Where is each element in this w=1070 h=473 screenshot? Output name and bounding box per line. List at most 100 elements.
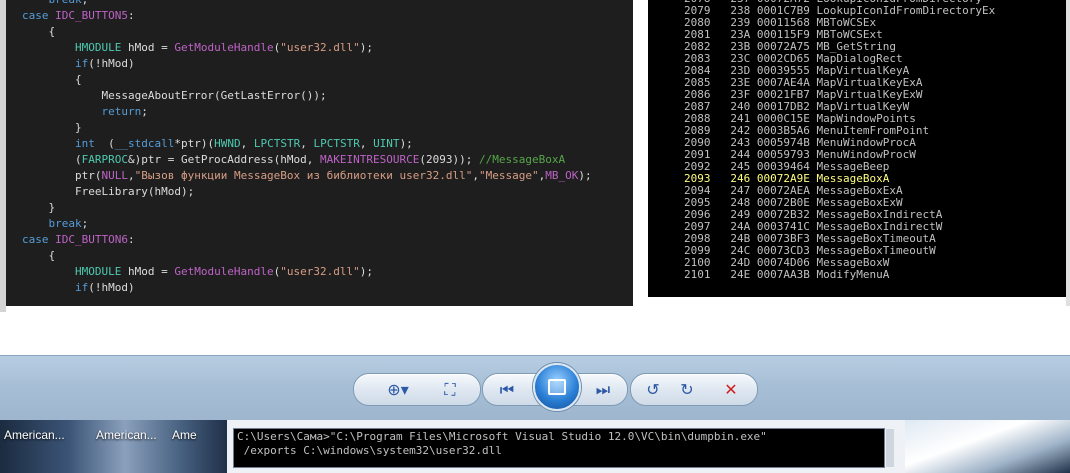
code-token: );: [578, 169, 592, 182]
edit-group: ↺ ↻ ✕: [630, 373, 758, 406]
code-token: ;: [141, 105, 148, 118]
code-token: {: [22, 25, 56, 38]
code-token: break: [48, 217, 82, 230]
code-token: ;: [81, 217, 89, 230]
code-line: case IDC_BUTTON6:: [22, 232, 135, 248]
code-line: MessageAboutError(GetLastError());: [22, 88, 327, 104]
code-token: break: [49, 0, 82, 6]
code-token: LPCTSTR: [253, 137, 301, 150]
code-token: );: [399, 137, 413, 150]
code-token: "user32.dll": [280, 265, 360, 278]
code-token: {: [22, 73, 82, 86]
code-token: }: [22, 121, 82, 134]
code-line: case IDC_BUTTON5:: [22, 8, 135, 24]
code-line: HMODULE hMod = GetModuleHandle("user32.d…: [22, 40, 373, 56]
rotate-right-button[interactable]: ↻: [671, 374, 703, 405]
code-token: FARPROC: [81, 153, 128, 166]
code-token: ,: [359, 137, 374, 150]
code-line: {: [22, 72, 82, 88]
code-token: UINT: [373, 137, 400, 150]
slideshow-button[interactable]: [533, 363, 581, 411]
code-token: case: [22, 233, 56, 246]
close-x-icon: ✕: [724, 380, 738, 399]
fit-window-icon: ⛶: [444, 379, 456, 399]
code-token: &)ptr = GetProcAddress(hMod,: [127, 153, 321, 166]
code-token: (!hMod): [88, 57, 135, 70]
code-token: (: [94, 137, 115, 150]
code-token: MessageAboutError(GetLastError());: [22, 89, 327, 102]
next-button[interactable]: ⏭: [587, 374, 619, 405]
code-token: GetModuleHandle: [174, 41, 274, 54]
code-line: }: [22, 200, 55, 216]
code-line: HMODULE hMod = GetModuleHandle("user32.d…: [22, 264, 373, 280]
code-token: ;: [82, 0, 89, 6]
code-token: int: [74, 137, 95, 150]
code-line: break;: [22, 0, 89, 8]
export-rva: 0007AA3B: [756, 268, 810, 281]
code-token: ,: [300, 137, 314, 150]
code-line: return;: [22, 104, 148, 120]
console-line: /exports C:\windows\system32\user32.dll: [237, 444, 502, 457]
code-token: FreeLibrary(hMod);: [22, 185, 195, 198]
code-token: (!hMod): [88, 281, 135, 294]
console-scrollbar[interactable]: [886, 429, 894, 467]
viewer-toolbar: ⊕▾ ⛶ ⏮ ⏭ ↺ ↻ ✕: [0, 355, 1070, 421]
code-token: ,: [127, 169, 135, 182]
code-token: //MessageBoxA: [478, 153, 566, 166]
magnifier-plus-icon: ⊕▾: [387, 380, 409, 399]
code-token: return: [101, 105, 142, 118]
code-token: if: [74, 281, 89, 294]
code-token: hMod =: [121, 265, 175, 278]
code-line: ptr(NULL,"Вызов функции MessageBox из би…: [22, 168, 592, 184]
code-token: "user32.dll": [280, 41, 360, 54]
code-token: (2093));: [419, 153, 479, 166]
delete-button[interactable]: ✕: [715, 374, 747, 405]
export-ord: 2101: [684, 268, 711, 281]
previous-button[interactable]: ⏮: [491, 374, 523, 405]
actual-size-button[interactable]: ⛶: [434, 374, 466, 405]
code-line: (FARPROC&)ptr = GetProcAddress(hMod, MAK…: [22, 152, 565, 168]
code-token: IDC_BUTTON5: [55, 9, 128, 22]
code-token: );: [359, 265, 374, 278]
skip-forward-icon: ⏭: [595, 379, 611, 399]
command-prompt-window[interactable]: C:\Users\Сама>"C:\Program Files\Microsof…: [233, 428, 894, 468]
image-gap: [633, 0, 648, 306]
code-token: MB_OK: [545, 169, 579, 182]
code-token: LPCTSTR: [313, 137, 360, 150]
code-token: IDC_BUTTON6: [55, 233, 128, 246]
code-token: (: [22, 153, 82, 166]
desktop-strip: American... American... American... Ame …: [0, 420, 1070, 473]
code-token: case: [22, 9, 56, 22]
rotate-ccw-icon: ↺: [646, 380, 660, 399]
rotate-left-button[interactable]: ↺: [637, 374, 669, 405]
window-thumbnail-label[interactable]: Ame: [172, 428, 197, 442]
zoom-button[interactable]: ⊕▾: [378, 374, 418, 405]
zoom-group: ⊕▾ ⛶: [353, 373, 481, 406]
code-token: ,: [472, 169, 479, 182]
code-token: {: [22, 249, 56, 262]
code-token: __stdcall: [114, 137, 175, 150]
code-token: :: [127, 9, 135, 22]
code-token: GetModuleHandle: [174, 265, 274, 278]
code-token: );: [359, 41, 374, 54]
export-hint: 24E: [730, 268, 751, 281]
viewer-scrollbar[interactable]: [1066, 0, 1070, 306]
photo-viewer-canvas: break;case IDC_BUTTON5: { HMODULE hMod =…: [0, 0, 1070, 355]
skip-back-icon: ⏮: [499, 379, 515, 399]
code-line: }: [22, 120, 82, 136]
code-token: if: [74, 57, 89, 70]
code-token: "Message": [479, 169, 539, 182]
code-token: NULL: [101, 169, 128, 182]
desktop-background-left: American... American... American... Ame: [0, 420, 227, 473]
code-line: int (__stdcall*ptr)(HWND, LPCTSTR, LPCTS…: [22, 136, 413, 152]
window-thumbnail-label[interactable]: American...: [4, 428, 65, 442]
code-line: break;: [22, 216, 89, 232]
desktop-background-right: [905, 420, 1070, 473]
code-line: if(!hMod): [22, 56, 135, 72]
window-thumbnail-label[interactable]: American...: [96, 428, 157, 442]
